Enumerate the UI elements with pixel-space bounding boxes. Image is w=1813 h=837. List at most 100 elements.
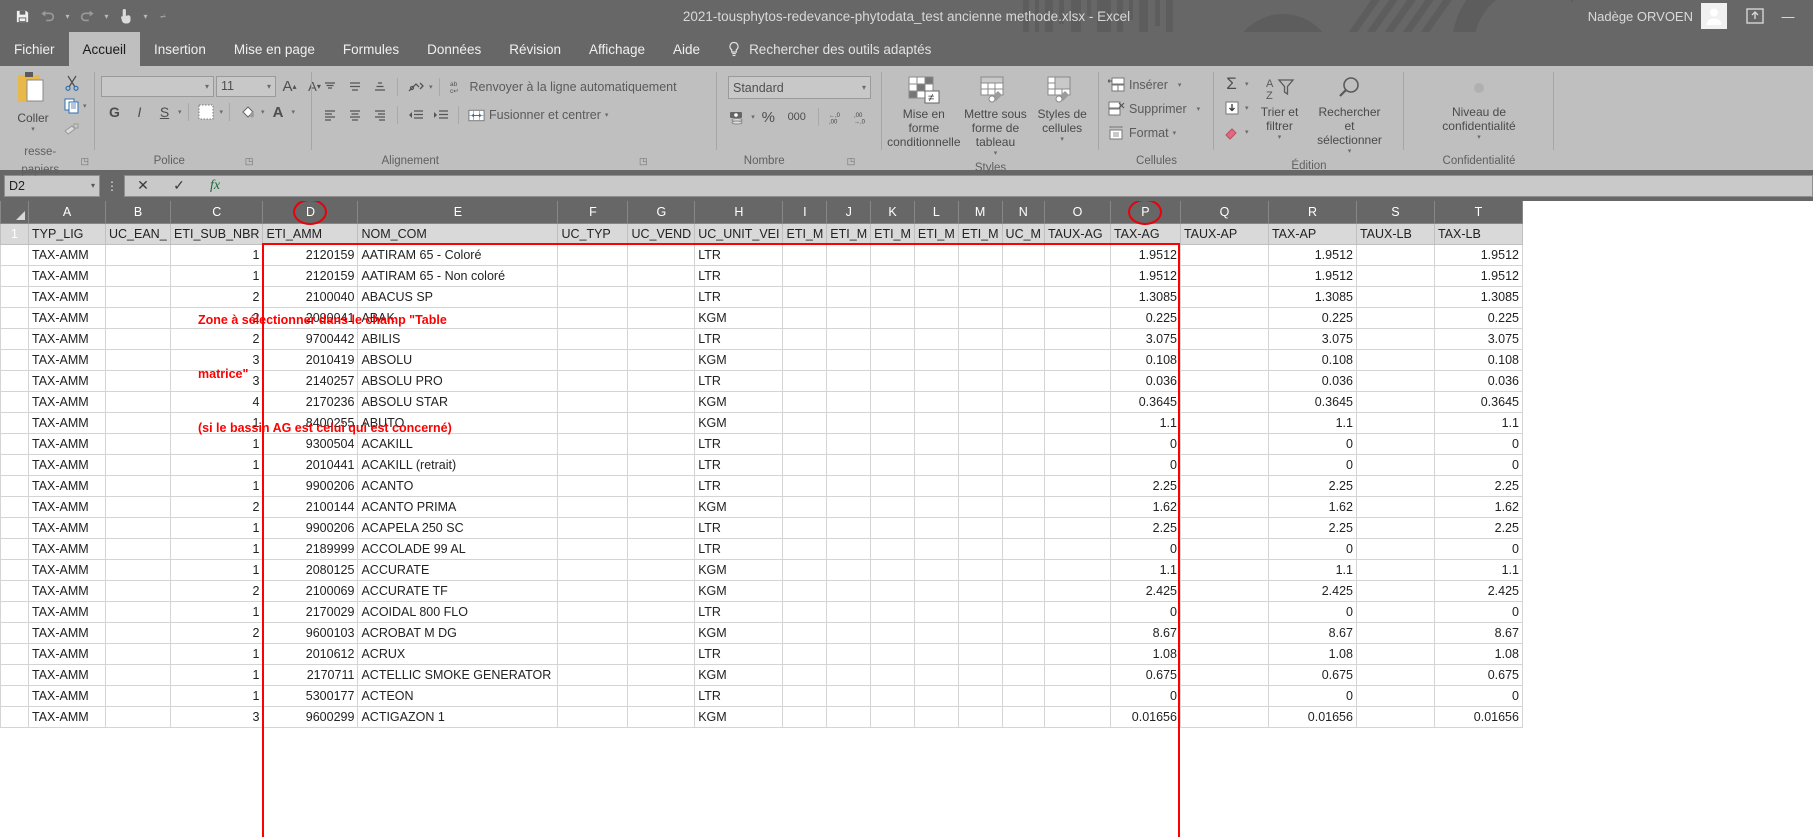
header-cell-K1[interactable]: ETI_M xyxy=(871,223,915,244)
cell-Q12[interactable] xyxy=(1180,454,1268,475)
cell-B7[interactable] xyxy=(106,349,171,370)
avatar[interactable] xyxy=(1701,3,1727,29)
orientation-icon[interactable] xyxy=(404,76,427,98)
cell-S22[interactable] xyxy=(1356,664,1434,685)
header-cell-P1[interactable]: TAX-AG xyxy=(1110,223,1180,244)
cell-R8[interactable]: 0.036 xyxy=(1268,370,1356,391)
quick-access-toolbar[interactable]: ▾ ▾ ▾ ⩫ xyxy=(0,5,173,27)
italic-button[interactable]: I xyxy=(128,101,151,123)
row-header-17[interactable]: 17 xyxy=(1,559,29,580)
header-cell-R1[interactable]: TAX-AP xyxy=(1268,223,1356,244)
alignment-dialog-launcher-icon[interactable]: ◳ xyxy=(639,152,648,170)
header-cell-A1[interactable]: TYP_LIG xyxy=(29,223,106,244)
row-header-6[interactable]: 6 xyxy=(1,328,29,349)
cell-B9[interactable] xyxy=(106,391,171,412)
cell-Q6[interactable] xyxy=(1180,328,1268,349)
find-select-button[interactable]: Rechercher et sélectionner ▾ xyxy=(1311,73,1389,157)
column-header-C[interactable]: C xyxy=(171,201,263,223)
cell-Q17[interactable] xyxy=(1180,559,1268,580)
align-middle-icon[interactable] xyxy=(343,76,366,98)
decrease-decimal-icon[interactable]: ,00→,0 xyxy=(850,106,873,128)
cell-R11[interactable]: 0 xyxy=(1268,433,1356,454)
cell-C23[interactable]: 1 xyxy=(171,685,263,706)
cell-Q9[interactable] xyxy=(1180,391,1268,412)
cell-A10[interactable]: TAX-AMM xyxy=(29,412,106,433)
cell-R10[interactable]: 1.1 xyxy=(1268,412,1356,433)
cell-R18[interactable]: 2.425 xyxy=(1268,580,1356,601)
cell-S13[interactable] xyxy=(1356,475,1434,496)
column-header-E[interactable]: E xyxy=(358,201,558,223)
undo-icon[interactable] xyxy=(36,5,60,27)
fill-color-dropdown-icon[interactable]: ▾ xyxy=(261,108,265,116)
row-header-1[interactable]: 1 xyxy=(1,223,29,244)
cell-B24[interactable] xyxy=(106,706,171,727)
row-header-12[interactable]: 12 xyxy=(1,454,29,475)
row-header-19[interactable]: 19 xyxy=(1,601,29,622)
cell-B6[interactable] xyxy=(106,328,171,349)
cell-S9[interactable] xyxy=(1356,391,1434,412)
row-header-20[interactable]: 20 xyxy=(1,622,29,643)
bold-button[interactable]: G xyxy=(103,101,126,123)
cell-B15[interactable] xyxy=(106,517,171,538)
column-header-F[interactable]: F xyxy=(558,201,628,223)
cell-A22[interactable]: TAX-AMM xyxy=(29,664,106,685)
sensitivity-dropdown-icon[interactable]: ▾ xyxy=(1477,133,1481,141)
cell-R19[interactable]: 0 xyxy=(1268,601,1356,622)
row-header-9[interactable]: 9 xyxy=(1,391,29,412)
touch-mode-dropdown-icon[interactable]: ▾ xyxy=(140,5,151,27)
align-center-icon[interactable] xyxy=(343,104,366,126)
cell-T12[interactable]: 0 xyxy=(1434,454,1522,475)
row-header-24[interactable]: 24 xyxy=(1,706,29,727)
cell-T9[interactable]: 0.3645 xyxy=(1434,391,1522,412)
cell-R20[interactable]: 8.67 xyxy=(1268,622,1356,643)
cell-A23[interactable]: TAX-AMM xyxy=(29,685,106,706)
cell-S10[interactable] xyxy=(1356,412,1434,433)
cell-A20[interactable]: TAX-AMM xyxy=(29,622,106,643)
cell-Q3[interactable] xyxy=(1180,265,1268,286)
font-color-icon[interactable]: A xyxy=(267,101,290,123)
borders-icon[interactable] xyxy=(195,101,218,123)
sensitivity-button[interactable]: Niveau de confidentialité ▾ xyxy=(1419,77,1539,143)
merge-center-dropdown-icon[interactable]: ▾ xyxy=(605,111,609,119)
row-header-21[interactable]: 21 xyxy=(1,643,29,664)
column-header-I[interactable]: I xyxy=(783,201,827,223)
header-cell-N1[interactable]: UC_M xyxy=(1002,223,1044,244)
column-header-L[interactable]: L xyxy=(914,201,958,223)
cell-Q21[interactable] xyxy=(1180,643,1268,664)
cell-T8[interactable]: 0.036 xyxy=(1434,370,1522,391)
format-as-table-button[interactable]: Mettre sous forme de tableau ▾ xyxy=(960,73,1032,159)
enter-icon[interactable]: ✓ xyxy=(161,176,197,196)
cell-A17[interactable]: TAX-AMM xyxy=(29,559,106,580)
cell-styles-button[interactable]: Styles de cellules ▾ xyxy=(1031,73,1093,145)
row-header-16[interactable]: 16 xyxy=(1,538,29,559)
cell-S21[interactable] xyxy=(1356,643,1434,664)
increase-decimal-icon[interactable]: ←,0,00 xyxy=(825,106,848,128)
cell-B17[interactable] xyxy=(106,559,171,580)
cell-R21[interactable]: 1.08 xyxy=(1268,643,1356,664)
cell-B10[interactable] xyxy=(106,412,171,433)
align-right-icon[interactable] xyxy=(368,104,391,126)
header-cell-C1[interactable]: ETI_SUB_NBR xyxy=(171,223,263,244)
font-dialog-launcher-icon[interactable]: ◳ xyxy=(245,152,254,170)
borders-dropdown-icon[interactable]: ▾ xyxy=(220,108,224,116)
font-name-dropdown-icon[interactable]: ▾ xyxy=(200,82,209,91)
cell-Q5[interactable] xyxy=(1180,307,1268,328)
header-cell-D1[interactable]: ETI_AMM xyxy=(263,223,358,244)
number-format-combo[interactable]: Standard ▾ xyxy=(728,76,871,99)
percent-style-button[interactable]: % xyxy=(757,106,780,128)
cell-S15[interactable] xyxy=(1356,517,1434,538)
cell-B12[interactable] xyxy=(106,454,171,475)
clipboard-dialog-launcher-icon[interactable]: ◳ xyxy=(80,152,89,170)
cell-C2[interactable]: 1 xyxy=(171,244,263,265)
cell-styles-dropdown-icon[interactable]: ▾ xyxy=(1060,135,1064,143)
format-as-table-dropdown-icon[interactable]: ▾ xyxy=(994,149,998,157)
cell-C21[interactable]: 1 xyxy=(171,643,263,664)
cell-R7[interactable]: 0.108 xyxy=(1268,349,1356,370)
tab-revision[interactable]: Révision xyxy=(495,32,575,66)
cell-Q10[interactable] xyxy=(1180,412,1268,433)
cell-T17[interactable]: 1.1 xyxy=(1434,559,1522,580)
tab-fichier[interactable]: Fichier xyxy=(0,32,69,66)
cell-Q4[interactable] xyxy=(1180,286,1268,307)
touch-mode-icon[interactable] xyxy=(114,5,138,27)
cell-Q18[interactable] xyxy=(1180,580,1268,601)
